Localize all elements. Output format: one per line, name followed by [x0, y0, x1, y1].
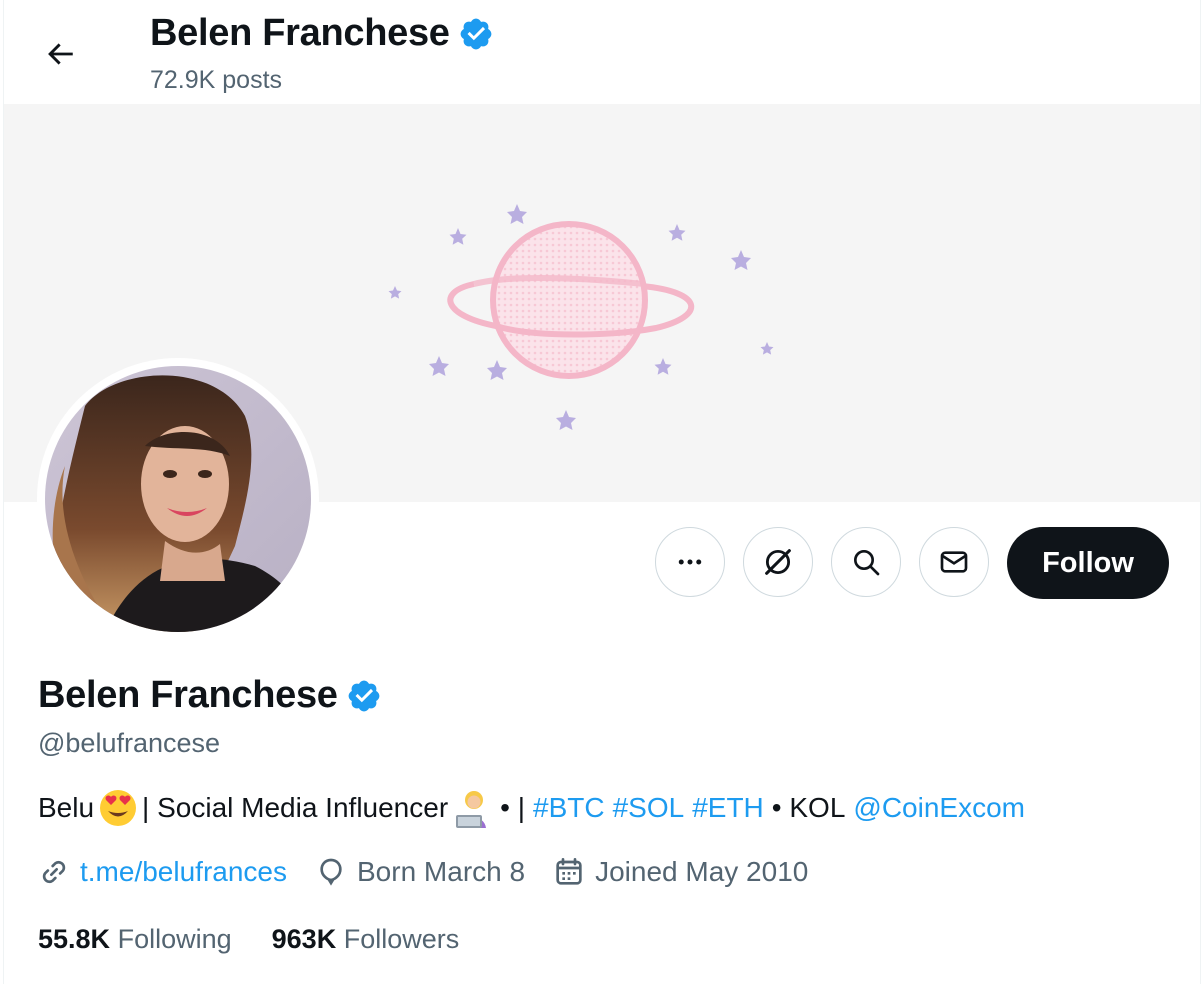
profile-name-row: Belen Franchese [38, 674, 382, 717]
more-button[interactable] [655, 527, 725, 597]
followers-count: 963K [271, 924, 337, 954]
follow-button[interactable]: Follow [1007, 527, 1169, 599]
bio-text: • KOL [771, 792, 846, 823]
following-count: 55.8K [38, 924, 111, 954]
arrow-left-icon [48, 43, 73, 65]
top-bar: Belen Franchese 72.9K posts [4, 0, 1200, 104]
post-count: 72.9K posts [150, 66, 283, 94]
birthday-item: Born March 8 [315, 856, 525, 888]
avatar-container[interactable] [37, 358, 319, 640]
profile-url-link[interactable]: t.me/belufrances [80, 856, 287, 888]
avatar-image [45, 366, 311, 632]
follow-stats: 55.8K Following 963K Followers [38, 924, 499, 955]
calendar-icon [556, 858, 582, 885]
header-name: Belen Franchese [150, 12, 450, 54]
avatar[interactable] [45, 366, 311, 632]
search-button[interactable] [831, 527, 901, 597]
profile-handle: @belufrancese [38, 728, 221, 758]
search-icon [854, 550, 880, 576]
back-button[interactable] [40, 34, 80, 74]
bio-text: | Social Media Influencer [142, 792, 449, 823]
heart-eyes-emoji-icon [98, 788, 138, 828]
verified-badge-icon[interactable] [346, 678, 382, 714]
joined-item: Joined May 2010 [553, 856, 808, 888]
followers-label: Followers [343, 924, 460, 954]
message-button[interactable] [919, 527, 989, 597]
birthday-text: Born March 8 [357, 856, 526, 887]
balloon-icon [320, 858, 342, 886]
bio-text: • | [500, 792, 526, 823]
more-icon [678, 559, 702, 565]
following-label: Following [117, 924, 232, 954]
header-title: Belen Franchese [150, 12, 494, 55]
grok-button[interactable] [743, 527, 813, 597]
link-icon [42, 860, 66, 884]
profile-page: Belen Franchese 72.9K posts Follow Belen… [0, 0, 1202, 984]
hashtag-sol-link[interactable]: #SOL [613, 792, 685, 824]
mention-link[interactable]: @CoinExcom [853, 792, 1025, 824]
grok-icon [765, 549, 791, 575]
right-border [1200, 0, 1201, 984]
hashtag-btc-link[interactable]: #BTC [533, 792, 605, 824]
profile-bio: Belu | Social Media Influencer • | #BTC … [38, 788, 1025, 828]
envelope-icon [940, 551, 968, 573]
joined-text: Joined May 2010 [595, 856, 809, 887]
woman-technologist-emoji-icon [452, 788, 496, 828]
hashtag-eth-link[interactable]: #ETH [692, 792, 764, 824]
verified-badge-icon [460, 18, 492, 49]
following-link[interactable]: 55.8K Following [38, 924, 232, 955]
bio-text: Belu [38, 792, 95, 823]
followers-link[interactable]: 963K Followers [272, 924, 460, 955]
profile-meta: t.me/belufrances Born March 8 Joined May… [38, 856, 836, 888]
profile-url-item: t.me/belufrances [38, 856, 287, 888]
profile-name: Belen Franchese [38, 674, 338, 716]
